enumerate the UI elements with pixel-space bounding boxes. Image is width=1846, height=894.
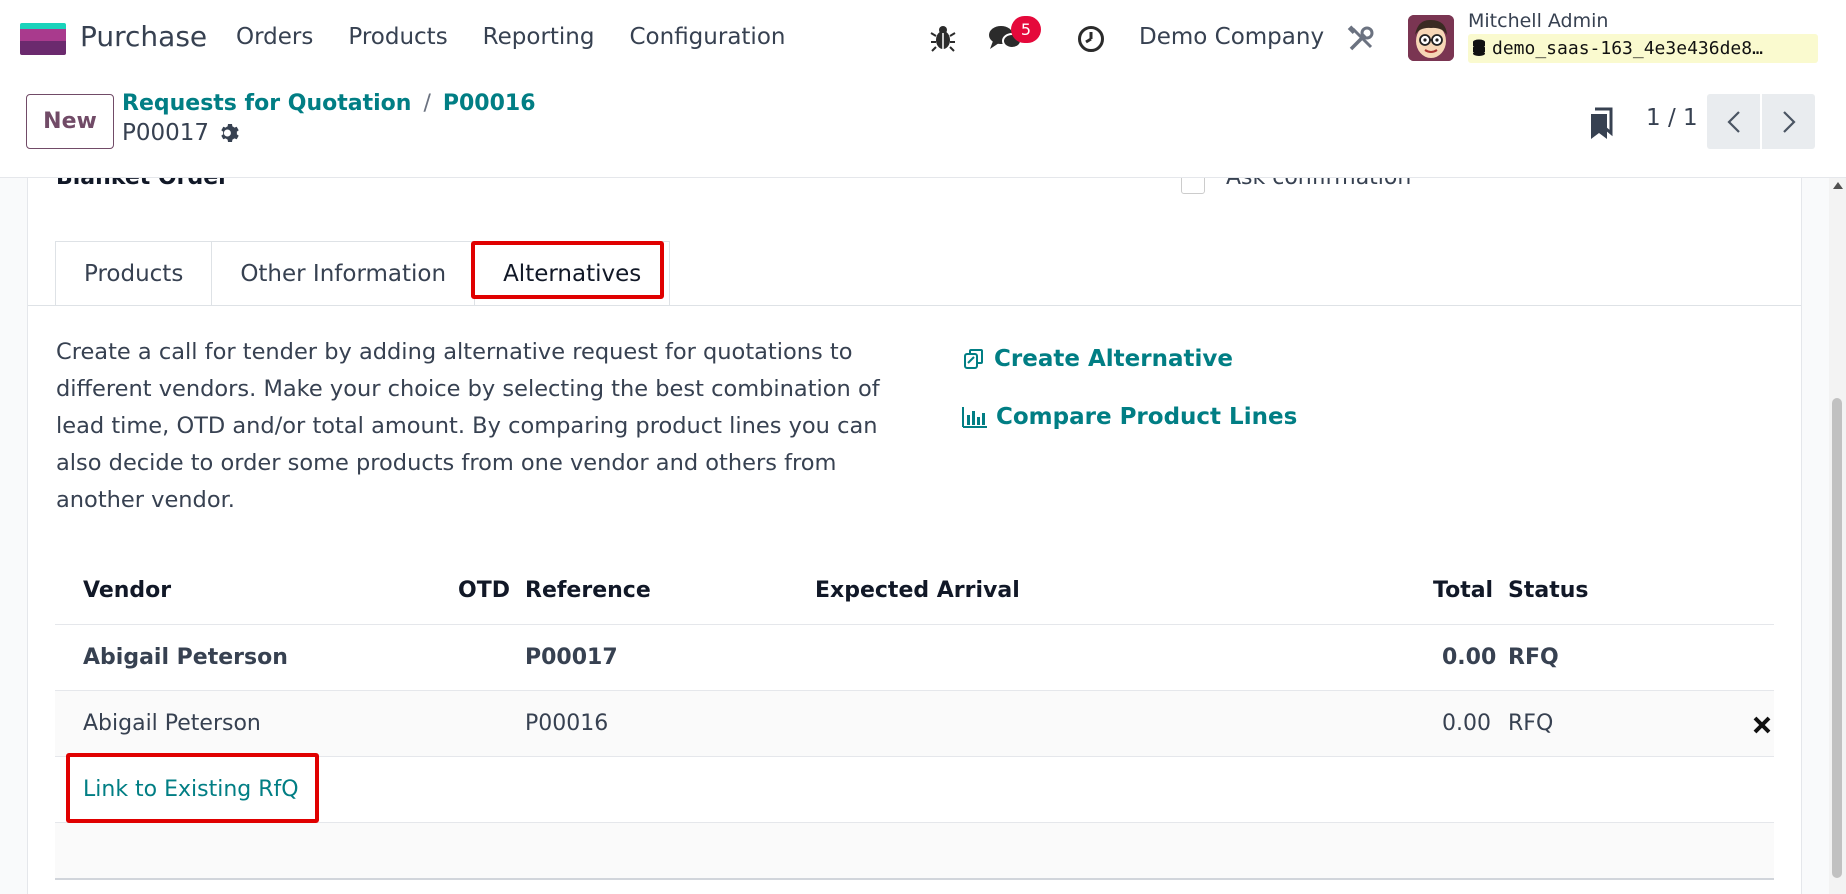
record-title: P00017 bbox=[122, 120, 210, 146]
column-status[interactable]: Status bbox=[1508, 578, 1588, 603]
reference-cell: P00016 bbox=[525, 711, 609, 736]
table-row[interactable]: Abigail Peterson P00016 0.00 RFQ bbox=[55, 690, 1774, 756]
scroll-up-arrow[interactable] bbox=[1833, 182, 1843, 189]
reference-cell: P00017 bbox=[525, 645, 618, 670]
gear-icon[interactable] bbox=[218, 121, 242, 145]
database-name: demo_saas-163_4e3e436de8… bbox=[1492, 38, 1763, 59]
tab-products[interactable]: Products bbox=[55, 241, 212, 305]
remove-icon[interactable] bbox=[1752, 715, 1772, 735]
menu-reporting[interactable]: Reporting bbox=[483, 24, 595, 50]
ask-confirmation-label: Ask confirmation bbox=[1226, 178, 1411, 190]
control-panel: New Requests for Quotation / P00016 P00017… bbox=[0, 77, 1846, 178]
breadcrumb-p00016[interactable]: P00016 bbox=[443, 91, 536, 116]
bar-chart-icon bbox=[962, 407, 987, 428]
alternatives-tab-highlight bbox=[471, 241, 664, 299]
menu-products[interactable]: Products bbox=[348, 24, 447, 50]
table-header: Vendor OTD Reference Expected Arrival To… bbox=[55, 578, 1774, 624]
column-expected-arrival[interactable]: Expected Arrival bbox=[815, 578, 1020, 603]
vendor-cell: Abigail Peterson bbox=[83, 645, 288, 670]
page-scrollbar[interactable] bbox=[1829, 178, 1846, 894]
breadcrumb-separator: / bbox=[423, 91, 431, 116]
blanket-order-label: Blanket Order bbox=[56, 178, 229, 190]
bug-icon[interactable] bbox=[930, 24, 956, 52]
copy-icon bbox=[964, 349, 983, 369]
ask-confirmation-checkbox[interactable] bbox=[1181, 178, 1205, 194]
status-cell: RFQ bbox=[1508, 645, 1559, 670]
column-reference[interactable]: Reference bbox=[525, 578, 651, 603]
pager-next-button[interactable] bbox=[1762, 94, 1815, 149]
tools-icon[interactable] bbox=[1347, 25, 1375, 53]
app-name[interactable]: Purchase bbox=[80, 20, 207, 53]
database-icon bbox=[1473, 39, 1485, 56]
chevron-right-icon bbox=[1782, 110, 1796, 133]
tabs-divider bbox=[28, 305, 1801, 306]
column-vendor[interactable]: Vendor bbox=[83, 578, 171, 603]
table-row[interactable]: Abigail Peterson P00017 0.00 RFQ bbox=[55, 624, 1774, 690]
compare-product-lines-button[interactable]: Compare Product Lines bbox=[962, 404, 1297, 430]
scroll-thumb[interactable] bbox=[1832, 398, 1842, 878]
new-button[interactable]: New bbox=[26, 94, 114, 149]
chat-count-badge: 5 bbox=[1011, 16, 1041, 43]
database-badge: demo_saas-163_4e3e436de8… bbox=[1468, 34, 1818, 63]
table-empty-row bbox=[55, 822, 1774, 880]
compare-product-lines-label: Compare Product Lines bbox=[996, 404, 1298, 430]
tab-other-information[interactable]: Other Information bbox=[211, 241, 475, 305]
chevron-left-icon bbox=[1726, 110, 1740, 133]
column-total[interactable]: Total bbox=[1433, 578, 1493, 603]
create-alternative-label: Create Alternative bbox=[994, 346, 1233, 372]
top-navbar: Purchase Orders Products Reporting Confi… bbox=[0, 0, 1846, 77]
total-cell: 0.00 bbox=[1442, 645, 1497, 670]
total-cell: 0.00 bbox=[1442, 711, 1491, 736]
column-otd[interactable]: OTD bbox=[458, 578, 510, 603]
main-menu: Orders Products Reporting Configuration bbox=[236, 24, 820, 50]
clock-icon[interactable] bbox=[1077, 25, 1105, 53]
bookmark-icon[interactable] bbox=[1589, 107, 1615, 141]
user-name[interactable]: Mitchell Admin bbox=[1468, 10, 1608, 32]
create-alternative-button[interactable]: Create Alternative bbox=[962, 346, 1233, 372]
company-switcher[interactable]: Demo Company bbox=[1139, 24, 1324, 50]
breadcrumb: Requests for Quotation / P00016 bbox=[122, 91, 536, 116]
pager-value[interactable]: 1 / 1 bbox=[1646, 105, 1698, 131]
purchase-app-icon[interactable] bbox=[20, 23, 66, 55]
link-existing-rfq-highlight bbox=[66, 753, 319, 823]
user-avatar[interactable] bbox=[1408, 15, 1454, 61]
menu-configuration[interactable]: Configuration bbox=[629, 24, 785, 50]
pager-previous-button[interactable] bbox=[1707, 94, 1760, 149]
alternatives-help-text: Create a call for tender by adding alter… bbox=[56, 339, 880, 513]
vendor-cell: Abigail Peterson bbox=[83, 711, 261, 736]
breadcrumb-rfq[interactable]: Requests for Quotation bbox=[122, 91, 411, 116]
menu-orders[interactable]: Orders bbox=[236, 24, 313, 50]
status-cell: RFQ bbox=[1508, 711, 1554, 736]
